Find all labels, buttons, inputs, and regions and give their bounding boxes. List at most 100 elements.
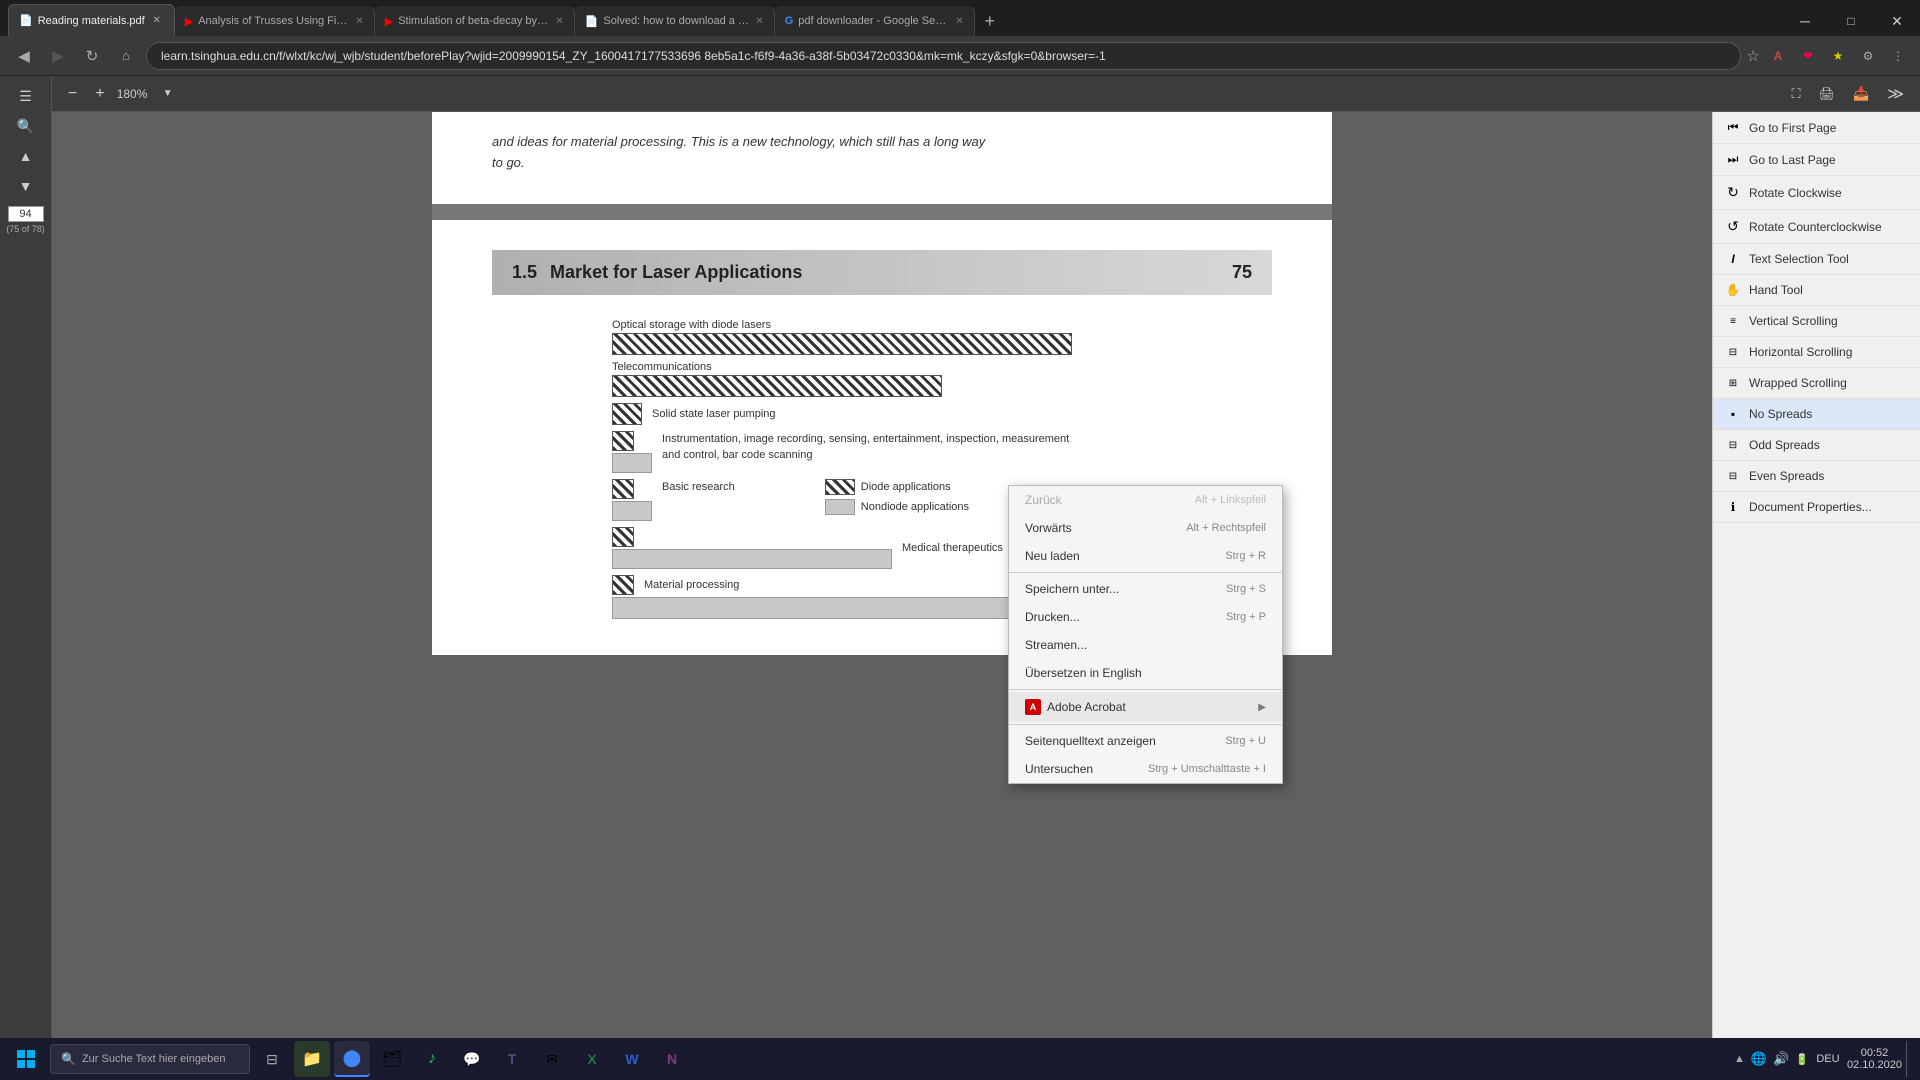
more-tools-btn[interactable]: ≫ — [1881, 82, 1910, 106]
zoom-in[interactable]: + — [89, 83, 110, 105]
window-close[interactable]: ✕ — [1874, 6, 1920, 36]
browser-action-3[interactable]: ★ — [1826, 44, 1850, 68]
right-panel-item-go-last[interactable]: ⏭ Go to Last Page — [1713, 144, 1920, 176]
taskbar-app-mail[interactable]: ✉ — [534, 1041, 570, 1077]
tab1-close[interactable]: ✕ — [150, 14, 164, 28]
systray-volume[interactable]: 🔊 — [1773, 1051, 1789, 1067]
rotate-cw-label: Rotate Clockwise — [1749, 186, 1842, 200]
onenote-icon: N — [667, 1051, 677, 1067]
taskbar-app-chrome[interactable]: ⬤ — [334, 1041, 370, 1077]
excel-icon: X — [587, 1051, 596, 1067]
window-maximize[interactable]: □ — [1828, 6, 1874, 36]
ctx-item-cast[interactable]: Streamen... — [1009, 631, 1282, 659]
no-spreads-icon: ▪ — [1725, 407, 1741, 421]
zoom-dropdown[interactable]: ▼ — [163, 88, 173, 99]
taskbar-app-files[interactable]: 🗂 — [374, 1041, 410, 1077]
ctx-divider-3 — [1009, 724, 1282, 725]
right-panel-item-go-first[interactable]: ⏮ Go to First Page — [1713, 112, 1920, 144]
ctx-item-inspect[interactable]: Untersuchen Strg + Umschalttaste + I — [1009, 755, 1282, 783]
ctx-item-print[interactable]: Drucken... Strg + P — [1009, 603, 1282, 631]
right-panel-item-even-spreads[interactable]: ⊟ Even Spreads — [1713, 461, 1920, 492]
new-tab-button[interactable]: + — [975, 6, 1005, 36]
ctx-item-reload[interactable]: Neu laden Strg + R — [1009, 542, 1282, 570]
tab2-close[interactable]: ✕ — [355, 16, 363, 27]
taskbar-app-excel[interactable]: X — [574, 1041, 610, 1077]
tab4-close[interactable]: ✕ — [755, 16, 763, 27]
ctx-item-save-as[interactable]: Speichern unter... Strg + S — [1009, 575, 1282, 603]
zoom-out[interactable]: − — [62, 83, 83, 105]
tab-google-search[interactable]: G pdf downloader - Google Search ✕ — [775, 6, 975, 36]
browser-action-2[interactable]: ❤ — [1796, 44, 1820, 68]
right-panel-item-hand[interactable]: ✋ Hand Tool — [1713, 275, 1920, 306]
ctx-item-translate[interactable]: Übersetzen in English — [1009, 659, 1282, 687]
ctx-back-label: Zurück — [1025, 493, 1062, 507]
ctx-print-shortcut: Strg + P — [1226, 611, 1266, 623]
save-btn[interactable]: 📥 — [1847, 84, 1875, 104]
text-select-label: Text Selection Tool — [1749, 252, 1849, 266]
address-input[interactable] — [146, 42, 1741, 70]
right-panel-item-rotate-cw[interactable]: ↻ Rotate Clockwise — [1713, 176, 1920, 210]
nav-home[interactable]: ⌂ — [112, 42, 140, 70]
start-button[interactable] — [6, 1041, 46, 1077]
nav-forward[interactable]: ▶ — [44, 42, 72, 70]
systray-up-arrow[interactable]: ▲ — [1734, 1053, 1745, 1065]
right-panel-item-wrapped-scroll[interactable]: ⊞ Wrapped Scrolling — [1713, 368, 1920, 399]
next-page[interactable]: ▼ — [7, 172, 45, 200]
tab-reading-materials[interactable]: 📄 Reading materials.pdf ✕ — [8, 4, 175, 36]
page-input-container: (75 of 78) — [6, 202, 45, 238]
prev-page[interactable]: ▲ — [7, 142, 45, 170]
pdf-scroll-area[interactable]: and ideas for material processing. This … — [52, 112, 1712, 1080]
right-panel-item-doc-props[interactable]: ℹ Document Properties... — [1713, 492, 1920, 523]
taskbar-app-spotify[interactable]: ♪ — [414, 1041, 450, 1077]
chart-row-1: Optical storage with diode lasers — [612, 319, 1152, 355]
nav-back[interactable]: ◀ — [10, 42, 38, 70]
odd-spreads-label: Odd Spreads — [1749, 438, 1820, 452]
systray-battery[interactable]: 🔋 — [1795, 1053, 1809, 1066]
bookmark-icon[interactable]: ☆ — [1747, 47, 1760, 65]
browser-window: 📄 Reading materials.pdf ✕ ▶ Analysis of … — [0, 0, 1920, 1080]
tab3-close[interactable]: ✕ — [555, 16, 563, 27]
tab-stimulation[interactable]: ▶ Stimulation of beta-decay by las... ✕ — [375, 6, 575, 36]
ctx-save-as-shortcut: Strg + S — [1226, 583, 1266, 595]
ctx-item-acrobat[interactable]: A Adobe Acrobat ▶ — [1009, 692, 1282, 722]
taskbar-app-discord[interactable]: 💬 — [454, 1041, 490, 1077]
ctx-back-shortcut: Alt + Linkspfeil — [1195, 494, 1266, 506]
ctx-item-back[interactable]: Zurück Alt + Linkspfeil — [1009, 486, 1282, 514]
window-minimize[interactable]: ─ — [1782, 6, 1828, 36]
right-panel-item-text-select[interactable]: I Text Selection Tool — [1713, 244, 1920, 275]
right-panel-item-vertical-scroll[interactable]: ≡ Vertical Scrolling — [1713, 306, 1920, 337]
systray-network[interactable]: 🌐 — [1751, 1051, 1767, 1067]
sidebar-toggle[interactable]: ☰ — [7, 82, 45, 110]
browser-action-4[interactable]: ⚙ — [1856, 44, 1880, 68]
taskbar-app-teams[interactable]: T — [494, 1041, 530, 1077]
chapter-header: 1.5 Market for Laser Applications 75 — [492, 250, 1272, 295]
taskbar-search-box[interactable]: 🔍 Zur Suche Text hier eingeben — [50, 1044, 250, 1074]
pdf-main-area: − + 180% ▼ ⛶ 🖨 📥 ≫ and ideas for materia… — [52, 76, 1920, 1080]
print-btn[interactable]: 🖨 — [1813, 84, 1842, 104]
chrome-icon: ⬤ — [343, 1048, 361, 1068]
ctx-item-view-source[interactable]: Seitenquelltext anzeigen Strg + U — [1009, 727, 1282, 755]
taskbar-app-onenote[interactable]: N — [654, 1041, 690, 1077]
right-panel-item-odd-spreads[interactable]: ⊟ Odd Spreads — [1713, 430, 1920, 461]
tab5-close[interactable]: ✕ — [955, 16, 963, 27]
windows-logo-icon — [16, 1049, 36, 1069]
page-number-input[interactable] — [8, 206, 44, 222]
odd-spreads-icon: ⊟ — [1725, 440, 1741, 451]
browser-action-1[interactable]: A — [1766, 44, 1790, 68]
nav-reload[interactable]: ↻ — [78, 42, 106, 70]
show-desktop[interactable] — [1906, 1041, 1914, 1077]
ctx-inspect-shortcut: Strg + Umschalttaste + I — [1148, 763, 1266, 775]
right-panel-item-no-spreads[interactable]: ▪ No Spreads — [1713, 399, 1920, 430]
right-panel-item-horizontal-scroll[interactable]: ⊟ Horizontal Scrolling — [1713, 337, 1920, 368]
taskbar-app-word[interactable]: W — [614, 1041, 650, 1077]
taskview-btn[interactable]: ⊟ — [254, 1041, 290, 1077]
tab-analysis-trusses[interactable]: ▶ Analysis of Trusses Using Finite E... … — [175, 6, 375, 36]
browser-action-5[interactable]: ⋮ — [1886, 44, 1910, 68]
fullscreen-btn[interactable]: ⛶ — [1785, 84, 1806, 104]
right-panel-item-rotate-ccw[interactable]: ↺ Rotate Counterclockwise — [1713, 210, 1920, 244]
search-tool[interactable]: 🔍 — [7, 112, 45, 140]
taskbar-app-explorer[interactable]: 📁 — [294, 1041, 330, 1077]
ctx-item-forward[interactable]: Vorwärts Alt + Rechtspfeil — [1009, 514, 1282, 542]
tab-solved-pdf[interactable]: 📄 Solved: how to download a pdf f... ✕ — [575, 6, 775, 36]
even-spreads-icon: ⊟ — [1725, 471, 1741, 482]
